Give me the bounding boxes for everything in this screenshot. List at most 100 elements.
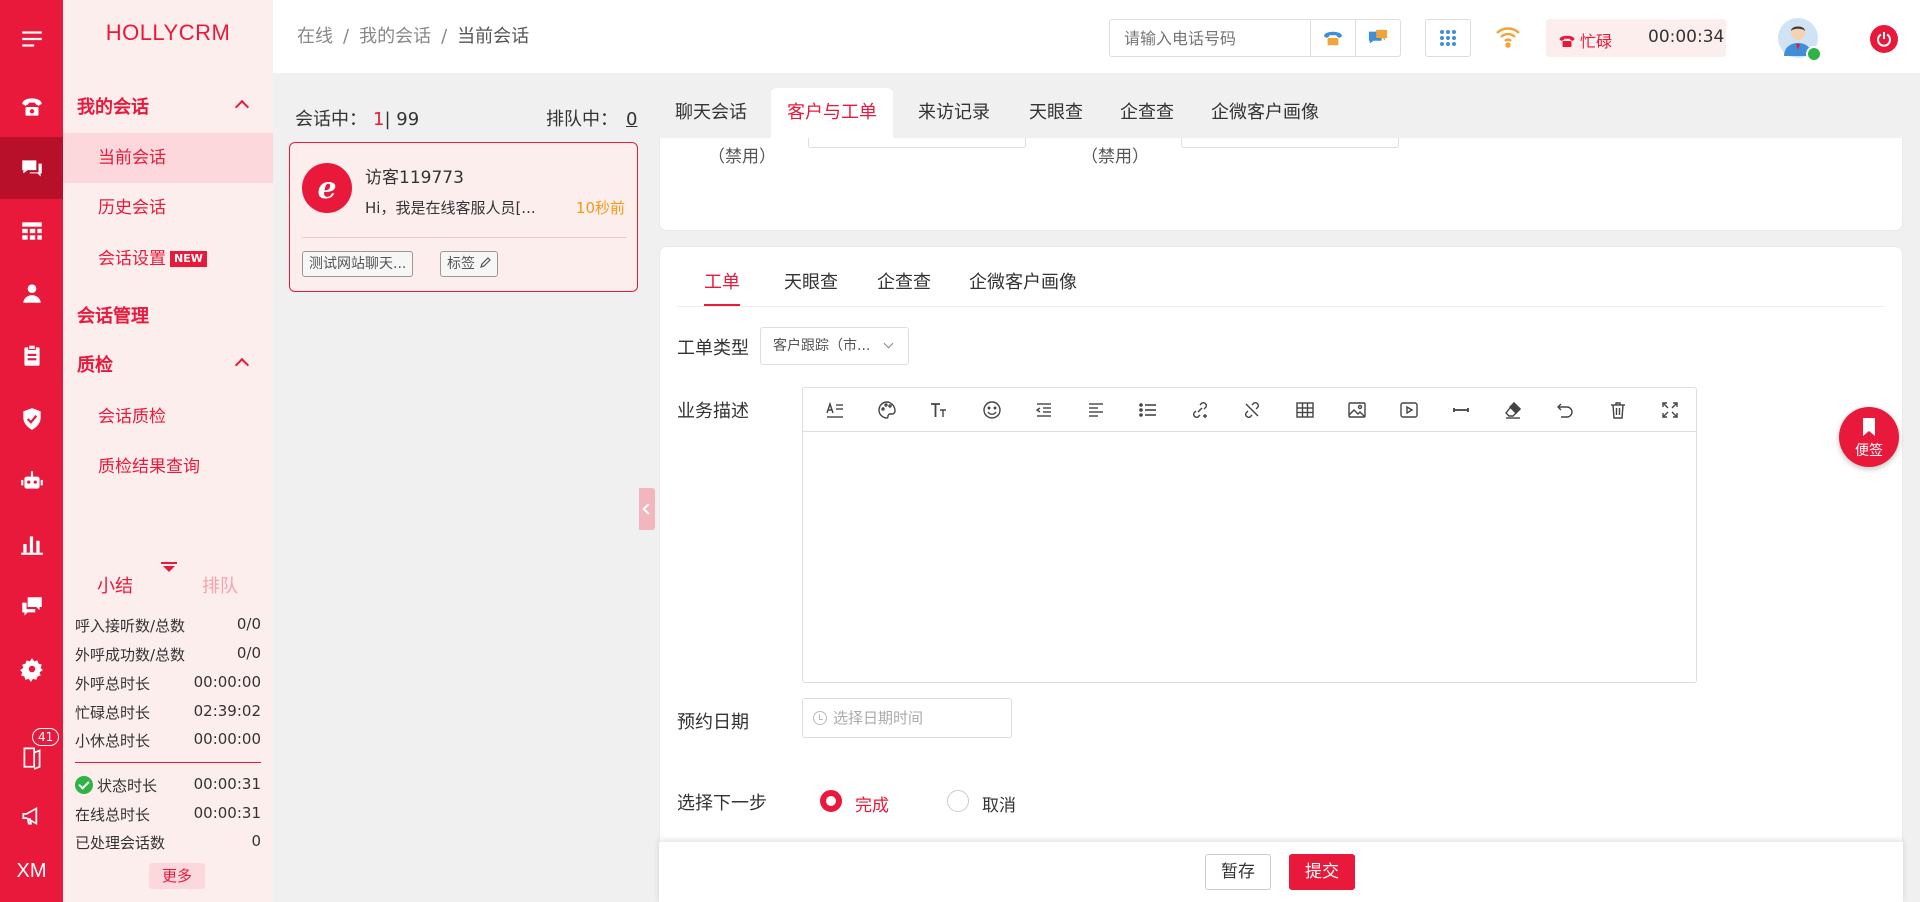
nav-group-label: 我的会话	[77, 97, 149, 118]
user-icon[interactable]	[0, 262, 63, 324]
gear-icon[interactable]	[0, 638, 63, 700]
list-icon[interactable]	[1122, 388, 1174, 432]
new-badge: NEW	[170, 251, 207, 267]
next-step-label: 选择下一步	[677, 793, 767, 814]
subtab-tianyancha[interactable]: 天眼查	[784, 268, 838, 306]
eraser-icon[interactable]	[1487, 388, 1539, 432]
trash-icon[interactable]	[1592, 388, 1644, 432]
rich-text-editor[interactable]	[802, 387, 1697, 683]
nav-group-session-mgmt[interactable]: 会话管理	[77, 302, 149, 328]
tab-customer-ticket[interactable]: 客户与工单	[771, 88, 893, 140]
emoji-icon[interactable]	[966, 388, 1018, 432]
stat-row: 在线总时长 00:00:31	[75, 804, 261, 824]
status-timer: 00:00:34	[1648, 27, 1725, 47]
disabled-label: （禁用）	[1081, 147, 1149, 167]
dialpad-icon[interactable]	[1425, 19, 1471, 57]
font-size-icon[interactable]	[913, 388, 965, 432]
dial-icon[interactable]	[1310, 20, 1354, 56]
avatar[interactable]	[1778, 18, 1822, 62]
nav-group-qa[interactable]: 质检	[77, 351, 113, 377]
breadcrumb-item[interactable]: 我的会话	[359, 26, 431, 47]
chevron-up-icon[interactable]	[234, 99, 250, 115]
sms-icon[interactable]	[1355, 20, 1399, 56]
more-button[interactable]: 更多	[149, 863, 205, 889]
megaphone-icon[interactable]	[0, 785, 63, 847]
table-icon[interactable]	[1279, 388, 1331, 432]
tab-tianyancha[interactable]: 天眼查	[1013, 88, 1099, 140]
tab-summary[interactable]: 小结	[97, 572, 133, 598]
collapse-handle[interactable]	[639, 488, 655, 530]
radio-done-label[interactable]: 完成	[855, 791, 889, 816]
radio-done[interactable]	[820, 790, 842, 812]
sidebar-item-current-session[interactable]: 当前会话	[63, 133, 273, 183]
agent-status[interactable]: 忙碌 00:00:34	[1546, 19, 1726, 57]
book-icon[interactable]: 41	[0, 726, 63, 788]
heading-icon[interactable]	[809, 388, 861, 432]
palette-icon[interactable]	[861, 388, 913, 432]
chat-icon[interactable]	[0, 137, 63, 199]
clipboard-icon[interactable]	[0, 325, 63, 387]
sidebar-item-session-settings[interactable]: 会话设置 NEW	[63, 234, 273, 284]
unlink-icon[interactable]	[1226, 388, 1278, 432]
tab-queue[interactable]: 排队	[202, 572, 238, 598]
stat-row: 外呼成功数/总数 0/0	[75, 644, 261, 664]
clock-icon	[813, 711, 827, 725]
video-icon[interactable]	[1383, 388, 1435, 432]
notification-badge: 41	[32, 728, 60, 746]
divider-icon[interactable]	[1435, 388, 1487, 432]
phone-search	[1109, 19, 1401, 57]
breadcrumb-item[interactable]: 在线	[297, 26, 333, 47]
radio-cancel[interactable]	[947, 790, 969, 812]
subtab-qichacha[interactable]: 企查查	[877, 268, 931, 306]
subtab-wecom-profile[interactable]: 企微客户画像	[969, 268, 1077, 306]
ticket-type-label: 工单类型	[677, 338, 749, 359]
power-icon[interactable]	[1870, 25, 1898, 53]
ticket-type-select[interactable]: 客户跟踪（市...	[760, 327, 909, 365]
form-footer: 暂存 提交	[659, 842, 1903, 902]
session-count: 会话中： 1| 99	[295, 109, 420, 130]
grid-icon[interactable]	[0, 200, 63, 262]
nav-group-my-sessions[interactable]: 我的会话	[77, 93, 149, 119]
tab-wecom-profile[interactable]: 企微客户画像	[1195, 88, 1335, 140]
sidebar-item-session-qa[interactable]: 会话质检	[63, 392, 273, 442]
disabled-input	[1181, 138, 1399, 148]
fullscreen-icon[interactable]	[1644, 388, 1696, 432]
tab-visit-records[interactable]: 来访记录	[902, 88, 1006, 140]
image-icon[interactable]	[1331, 388, 1383, 432]
align-left-icon[interactable]	[1070, 388, 1122, 432]
sidebar-item-history-session[interactable]: 历史会话	[63, 183, 273, 233]
shield-icon[interactable]	[0, 388, 63, 450]
tab-indicator-icon	[161, 562, 177, 572]
check-circle-icon	[75, 776, 93, 794]
undo-icon[interactable]	[1539, 388, 1591, 432]
session-card[interactable]: e 访客119773 Hi，我是在线客服人员[... 10秒前 测试网站聊天..…	[289, 142, 638, 292]
phone-icon[interactable]	[0, 76, 63, 138]
sidebar-item-qa-results[interactable]: 质检结果查询	[63, 442, 273, 492]
save-draft-button[interactable]: 暂存	[1205, 854, 1271, 890]
source-tag[interactable]: 测试网站聊天...	[302, 251, 414, 277]
tab-qichacha[interactable]: 企查查	[1104, 88, 1190, 140]
indent-icon[interactable]	[1018, 388, 1070, 432]
date-picker[interactable]: 选择日期时间	[802, 698, 1012, 738]
tag-button[interactable]: 标签	[440, 251, 499, 277]
subtab-ticket[interactable]: 工单	[704, 268, 740, 306]
bar-chart-icon[interactable]	[0, 513, 63, 575]
menu-icon[interactable]	[0, 8, 63, 70]
link-icon[interactable]	[1174, 388, 1226, 432]
chevron-up-icon[interactable]	[234, 357, 250, 373]
message-icon[interactable]	[0, 576, 63, 638]
left-rail: 41 XM	[0, 0, 63, 902]
robot-icon[interactable]	[0, 450, 63, 512]
sticky-note-button[interactable]: 便签	[1839, 407, 1899, 467]
submit-button[interactable]: 提交	[1289, 854, 1355, 890]
status-badge: 忙碌	[1558, 28, 1612, 52]
tab-chat[interactable]: 聊天会话	[659, 88, 763, 140]
editor-toolbar	[803, 388, 1696, 432]
top-header: 在线/我的会话/当前会话 忙碌 00:00:34	[273, 0, 1920, 73]
radio-cancel-label[interactable]: 取消	[982, 791, 1016, 816]
date-label: 预约日期	[677, 712, 749, 733]
divider	[302, 237, 627, 238]
nav-group-label: 质检	[77, 355, 113, 376]
phone-input[interactable]	[1110, 20, 1310, 56]
sidebar: HOLLYCRM 我的会话 当前会话 历史会话 会话设置 NEW 会话管理 质检 …	[63, 0, 273, 902]
